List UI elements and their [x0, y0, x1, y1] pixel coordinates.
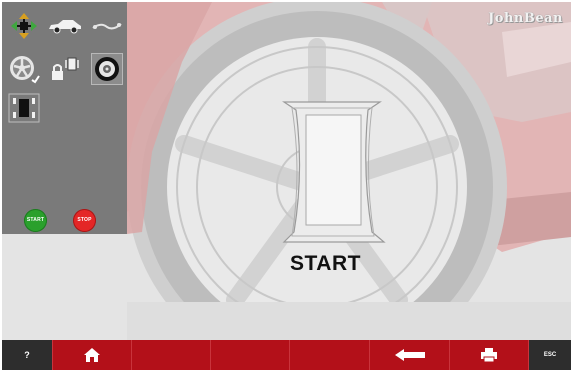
steering-axle-icon[interactable]	[91, 18, 123, 34]
esc-button[interactable]: ESC	[529, 340, 571, 370]
brand-logo: JohnBean	[488, 11, 563, 26]
start-instruction-text: START	[290, 252, 361, 275]
empty-slot-button[interactable]	[211, 340, 290, 370]
lock-target-icon[interactable]	[50, 54, 82, 84]
tire-target-icon[interactable]	[93, 55, 121, 83]
car-top-view-icon[interactable]	[8, 93, 40, 123]
wheel-rim-icon[interactable]	[8, 54, 40, 84]
esc-label: ESC	[543, 352, 557, 358]
help-label: ?	[24, 350, 30, 360]
arrow-left-icon	[394, 349, 425, 361]
empty-slot-button[interactable]	[132, 340, 211, 370]
alignment-cross-icon[interactable]	[10, 12, 38, 40]
car-side-icon[interactable]	[47, 18, 83, 34]
back-button[interactable]	[370, 340, 450, 370]
printer-icon	[481, 348, 497, 363]
help-button[interactable]: ?	[2, 340, 53, 370]
empty-slot-button[interactable]	[290, 340, 370, 370]
left-sidebar: START STOP	[2, 2, 127, 234]
start-button[interactable]: START	[24, 209, 47, 232]
stop-button[interactable]: STOP	[73, 209, 96, 232]
home-icon	[84, 348, 100, 362]
wheel-alignment-screen: START STOP JohnBean START ? ESC	[2, 2, 571, 370]
home-button[interactable]	[53, 340, 132, 370]
bottom-toolbar: ? ESC	[2, 340, 571, 370]
print-button[interactable]	[450, 340, 529, 370]
